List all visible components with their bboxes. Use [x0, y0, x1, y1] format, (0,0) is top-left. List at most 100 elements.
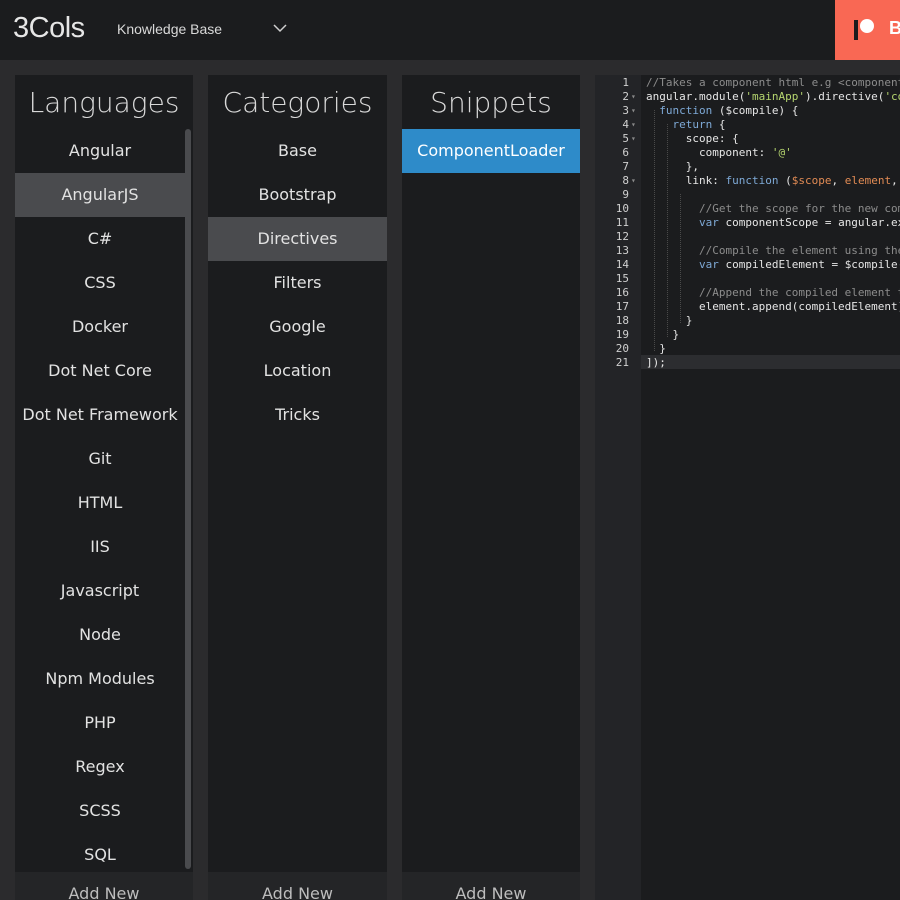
language-item[interactable]: Javascript — [15, 569, 185, 613]
patreon-label: B — [889, 18, 900, 38]
line-number: 17 — [615, 300, 629, 313]
code-line: 15 — [595, 272, 900, 286]
language-item[interactable]: CSS — [15, 261, 185, 305]
languages-list: Angular AngularJS C# CSS Docker Dot Net Core D… — [15, 129, 193, 877]
language-item[interactable]: Regex — [15, 745, 185, 789]
code-text: angular.module('mainApp').directive('co — [646, 90, 900, 103]
language-item[interactable]: Npm Modules — [15, 657, 185, 701]
code-line: 1 //Takes a component html e.g <component — [595, 76, 900, 90]
category-item[interactable]: Google — [208, 305, 387, 349]
line-number: 13 — [615, 244, 629, 257]
line-number: 9 — [622, 188, 629, 201]
line-number: 3 — [622, 104, 629, 117]
code-line: 18 } — [595, 314, 900, 328]
category-item[interactable]: Base — [208, 129, 387, 173]
code-line: 16 //Append the compiled element t — [595, 286, 900, 300]
line-number: 21 — [615, 356, 629, 369]
fold-arrow-icon[interactable]: ▾ — [631, 118, 636, 132]
knowledge-base-select[interactable]: Knowledge Base — [117, 19, 289, 41]
line-number: 7 — [622, 160, 629, 173]
code-line: 3 ▾ function ($compile) { — [595, 104, 900, 118]
add-category-button[interactable]: Add New — [208, 872, 387, 900]
snippets-column: Snippets ComponentLoader Add New — [402, 75, 580, 900]
patreon-button[interactable]: B — [835, 0, 900, 60]
languages-title: Languages — [28, 86, 180, 119]
language-item[interactable]: Git — [15, 437, 185, 481]
language-item[interactable]: HTML — [15, 481, 185, 525]
categories-title: Categories — [222, 86, 373, 119]
fold-arrow-icon[interactable]: ▾ — [631, 104, 636, 118]
snippet-item[interactable]: ComponentLoader — [402, 129, 580, 173]
top-bar: 3Cols Knowledge Base B — [0, 0, 900, 60]
categories-column: Categories Base Bootstrap Directives Filter… — [208, 75, 387, 900]
category-item[interactable]: Directives — [208, 217, 387, 261]
language-item[interactable]: SCSS — [15, 789, 185, 833]
line-number: 12 — [615, 230, 629, 243]
patreon-icon-dot — [860, 19, 874, 33]
language-item[interactable]: Node — [15, 613, 185, 657]
line-number: 14 — [615, 258, 629, 271]
code-line: 12 — [595, 230, 900, 244]
code-line: 4 ▾ return { — [595, 118, 900, 132]
app-logo[interactable]: 3Cols — [13, 12, 85, 45]
code-editor[interactable]: 1 //Takes a component html e.g <component… — [595, 75, 900, 900]
line-number: 2 — [622, 90, 629, 103]
line-number: 5 — [622, 132, 629, 145]
code-line: 7 }, — [595, 160, 900, 174]
language-item[interactable]: C# — [15, 217, 185, 261]
patreon-icon — [854, 20, 858, 40]
language-item[interactable]: Dot Net Framework — [15, 393, 185, 437]
code-text: scope: { — [685, 132, 739, 145]
code-line: 9 — [595, 188, 900, 202]
code-text: element.append(compiledElement) — [698, 300, 900, 313]
language-item[interactable]: Angular — [15, 129, 185, 173]
category-item[interactable]: Bootstrap — [208, 173, 387, 217]
code-text: var componentScope = angular.ex — [698, 216, 900, 229]
snippets-title: Snippets — [430, 86, 552, 119]
code-line: 21]); — [595, 356, 900, 370]
code-line: 13 //Compile the element using the — [595, 244, 900, 258]
code-line: 14 var compiledElement = $compile( — [595, 258, 900, 272]
code-text: } — [685, 314, 693, 327]
line-number: 6 — [622, 146, 629, 159]
chevron-down-icon — [273, 24, 287, 33]
categories-list: Base Bootstrap Directives Filters Google Loca… — [208, 129, 387, 437]
language-item[interactable]: Docker — [15, 305, 185, 349]
code-line: 19 } — [595, 328, 900, 342]
language-item[interactable]: PHP — [15, 701, 185, 745]
code-text: } — [659, 342, 666, 355]
line-number: 20 — [615, 342, 629, 355]
line-number: 8 — [622, 174, 629, 187]
languages-column: Languages Angular AngularJS C# CSS Docker Dot… — [15, 75, 193, 900]
line-number: 10 — [615, 202, 629, 215]
code-text: //Append the compiled element t — [698, 286, 900, 299]
code-text: } — [672, 328, 680, 341]
language-item[interactable]: Dot Net Core — [15, 349, 185, 393]
language-item[interactable]: IIS — [15, 525, 185, 569]
line-number: 16 — [615, 286, 629, 299]
code-line: 8 ▾ link: function ($scope, element, — [595, 174, 900, 188]
fold-arrow-icon[interactable]: ▾ — [631, 174, 636, 188]
language-item[interactable]: SQL — [15, 833, 185, 877]
code-line: 11 var componentScope = angular.ex — [595, 216, 900, 230]
category-item[interactable]: Tricks — [208, 393, 387, 437]
line-number: 1 — [622, 76, 629, 89]
code-line: 17 element.append(compiledElement) — [595, 300, 900, 314]
add-language-button[interactable]: Add New — [15, 872, 193, 900]
line-number: 19 — [615, 328, 629, 341]
fold-arrow-icon[interactable]: ▾ — [631, 90, 636, 104]
fold-arrow-icon[interactable]: ▾ — [631, 132, 636, 146]
code-line: 20 } — [595, 342, 900, 356]
line-number: 18 — [615, 314, 629, 327]
snippets-list: ComponentLoader — [402, 129, 580, 173]
languages-scrollbar[interactable] — [185, 129, 191, 869]
language-item[interactable]: AngularJS — [15, 173, 185, 217]
code-text: return { — [672, 118, 726, 131]
category-item[interactable]: Location — [208, 349, 387, 393]
code-text: ]); — [646, 356, 666, 369]
code-text: component: '@' — [698, 146, 792, 159]
category-item[interactable]: Filters — [208, 261, 387, 305]
code-line: 10 //Get the scope for the new com — [595, 202, 900, 216]
code-text: link: function ($scope, element, — [685, 174, 898, 187]
add-snippet-button[interactable]: Add New — [402, 872, 580, 900]
